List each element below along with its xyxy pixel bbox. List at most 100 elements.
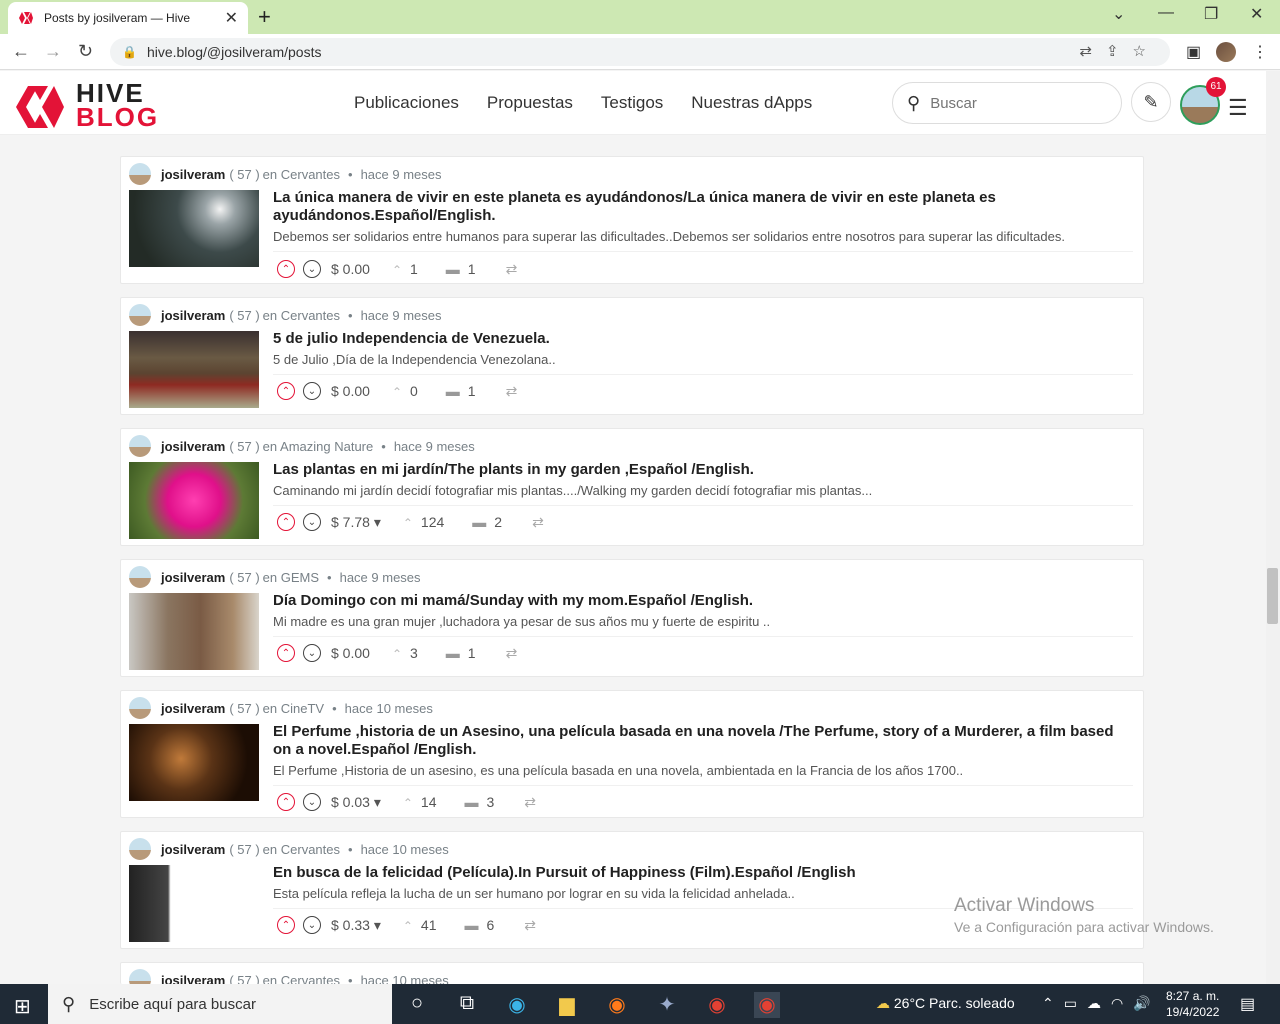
nav-propuestas[interactable]: Propuestas (487, 93, 573, 113)
post-payout[interactable]: $ 0.33 ▾ (331, 917, 381, 934)
vote-count[interactable]: ⌃ 1 (392, 261, 418, 277)
post-thumbnail[interactable] (129, 190, 259, 267)
write-post-button[interactable]: ✎ (1131, 82, 1171, 122)
post-card[interactable]: josilveram ( 57 ) en CineTV • hace 10 me… (120, 690, 1144, 818)
chrome-icon[interactable]: ◉ (704, 992, 730, 1018)
downvote-button[interactable]: ⌄ (303, 382, 321, 400)
author-avatar[interactable] (129, 435, 151, 457)
chrome-active-icon[interactable]: ◉ (754, 992, 780, 1018)
upvote-button[interactable]: ⌃ (277, 793, 295, 811)
post-thumbnail[interactable] (129, 331, 259, 408)
close-window-button[interactable]: ✕ (1250, 4, 1263, 24)
author-link[interactable]: josilveram (161, 570, 225, 585)
back-button[interactable]: ← (12, 41, 30, 62)
windows-start-icon[interactable]: ⊞ (14, 994, 31, 1019)
nav-testigos[interactable]: Testigos (601, 93, 663, 113)
reblog-icon[interactable]: ⇄ (506, 261, 518, 278)
post-summary[interactable]: 5 de Julio ,Día de la Independencia Vene… (273, 352, 1133, 367)
upvote-button[interactable]: ⌃ (277, 382, 295, 400)
post-time[interactable]: hace 10 meses (361, 842, 449, 857)
comment-count[interactable]: ▬ 1 (446, 261, 476, 277)
downvote-button[interactable]: ⌄ (303, 644, 321, 662)
omnibox-actions[interactable]: ⇄⇪☆ (1079, 42, 1160, 60)
side-panel-icon[interactable]: ▣ (1186, 42, 1201, 62)
community-link[interactable]: en Cervantes (263, 308, 340, 323)
reblog-icon[interactable]: ⇄ (524, 917, 536, 934)
vote-count[interactable]: ⌃ 0 (392, 383, 418, 399)
edge-icon[interactable]: ◉ (504, 992, 530, 1018)
vote-count[interactable]: ⌃ 14 (403, 794, 437, 810)
minimize-button[interactable]: — (1158, 4, 1174, 22)
post-time[interactable]: hace 9 meses (361, 308, 442, 323)
firefox-icon[interactable]: ◉ (604, 992, 630, 1018)
weather-widget[interactable]: ☁ 26°C Parc. soleado (876, 995, 1015, 1012)
author-link[interactable]: josilveram (161, 973, 225, 985)
taskbar-search[interactable]: ⚲ Escribe aquí para buscar (48, 984, 392, 1024)
post-summary[interactable]: Mi madre es una gran mujer ,luchadora ya… (273, 614, 1133, 629)
community-link[interactable]: en GEMS (263, 570, 319, 585)
post-time[interactable]: hace 9 meses (340, 570, 421, 585)
post-thumbnail[interactable] (129, 593, 259, 670)
post-summary[interactable]: Debemos ser solidarios entre humanos par… (273, 229, 1133, 244)
post-time[interactable]: hace 9 meses (361, 167, 442, 182)
upvote-button[interactable]: ⌃ (277, 260, 295, 278)
post-thumbnail[interactable] (129, 724, 259, 801)
post-thumbnail[interactable] (129, 865, 259, 942)
post-title[interactable]: Día Domingo con mi mamá/Sunday with my m… (273, 592, 1133, 610)
comment-count[interactable]: ▬ 1 (446, 645, 476, 661)
author-link[interactable]: josilveram (161, 167, 225, 182)
post-summary[interactable]: El Perfume ,Historia de un asesino, es u… (273, 763, 1133, 778)
tab-search-icon[interactable]: ⌄ (1112, 4, 1125, 24)
comment-count[interactable]: ▬ 6 (465, 917, 495, 933)
reblog-icon[interactable]: ⇄ (532, 514, 544, 531)
author-avatar[interactable] (129, 697, 151, 719)
post-payout[interactable]: $ 0.03 ▾ (331, 794, 381, 811)
reblog-icon[interactable]: ⇄ (506, 645, 518, 662)
post-thumbnail[interactable] (129, 462, 259, 539)
reblog-icon[interactable]: ⇄ (524, 794, 536, 811)
author-link[interactable]: josilveram (161, 701, 225, 716)
browser-tab[interactable]: Posts by josilveram — Hive ✕ (8, 2, 248, 34)
reblog-icon[interactable]: ⇄ (506, 383, 518, 400)
author-link[interactable]: josilveram (161, 308, 225, 323)
post-payout[interactable]: $ 0.00 (331, 645, 370, 661)
maximize-button[interactable]: ❐ (1204, 4, 1218, 24)
post-title[interactable]: Las plantas en mi jardín/The plants in m… (273, 461, 1133, 479)
post-card[interactable]: josilveram ( 57 ) en Cervantes • hace 9 … (120, 156, 1144, 284)
hamburger-menu-icon[interactable]: ☰ (1228, 95, 1248, 121)
forward-button[interactable]: → (44, 41, 62, 62)
author-avatar[interactable] (129, 163, 151, 185)
downvote-button[interactable]: ⌄ (303, 260, 321, 278)
downvote-button[interactable]: ⌄ (303, 513, 321, 531)
system-tray-icons[interactable]: ⌃▭☁◠🔊 (1042, 995, 1161, 1012)
nav-dapps[interactable]: Nuestras dApps (691, 93, 812, 113)
post-time[interactable]: hace 10 meses (345, 701, 433, 716)
downvote-button[interactable]: ⌄ (303, 916, 321, 934)
community-link[interactable]: en Cervantes (263, 167, 340, 182)
downvote-button[interactable]: ⌄ (303, 793, 321, 811)
post-time[interactable]: hace 10 meses (361, 973, 449, 985)
community-link[interactable]: en Amazing Nature (263, 439, 374, 454)
author-avatar[interactable] (129, 304, 151, 326)
vote-count[interactable]: ⌃ 124 (403, 514, 444, 530)
post-title[interactable]: En busca de la felicidad (Película).In P… (273, 864, 1133, 882)
community-link[interactable]: en CineTV (263, 701, 324, 716)
browser-profile-avatar[interactable] (1216, 42, 1236, 62)
post-title[interactable]: El Perfume ,historia de un Asesino, una … (273, 723, 1133, 759)
browser-menu-icon[interactable]: ⋮ (1252, 42, 1268, 62)
upvote-button[interactable]: ⌃ (277, 513, 295, 531)
taskbar-clock[interactable]: 8:27 a. m. 19/4/2022 (1166, 988, 1219, 1020)
post-payout[interactable]: $ 7.78 ▾ (331, 514, 381, 531)
app-icon[interactable]: ✦ (654, 992, 680, 1018)
post-payout[interactable]: $ 0.00 (331, 261, 370, 277)
notifications-icon[interactable]: ▤ (1240, 994, 1255, 1014)
url-bar[interactable]: 🔒 hive.blog/@josilveram/posts ⇄⇪☆ (110, 38, 1170, 66)
vote-count[interactable]: ⌃ 41 (403, 917, 437, 933)
author-link[interactable]: josilveram (161, 842, 225, 857)
close-tab-icon[interactable]: ✕ (225, 8, 238, 28)
page-scrollbar-track[interactable] (1266, 71, 1280, 984)
author-avatar[interactable] (129, 566, 151, 588)
cortana-icon[interactable]: ○ (404, 992, 430, 1018)
post-card[interactable]: josilveram ( 57 ) en Amazing Nature • ha… (120, 428, 1144, 546)
community-link[interactable]: en Cervantes (263, 973, 340, 985)
